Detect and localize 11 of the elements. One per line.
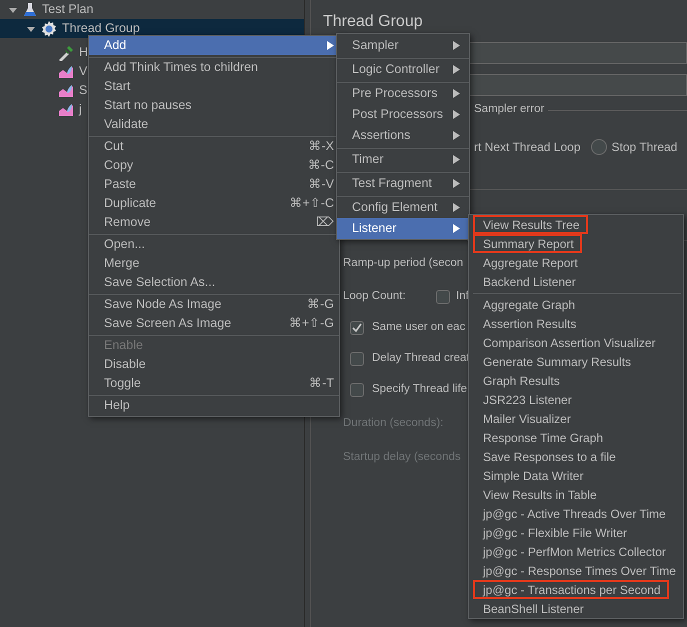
tree-label: Thread Group [62,20,140,38]
tree-label: S [79,82,88,100]
group-label: Sampler error [474,102,546,118]
tree-label: V [79,63,88,80]
tree-label: Test Plan [42,1,94,18]
tree-label: j [79,101,82,118]
option-label: rt Next Thread Loop [474,139,581,156]
loop-count-label: Loop Count: [343,289,407,304]
tree-label: H [79,44,88,62]
panel-title: Thread Group [323,12,423,32]
ramp-up-label: Ramp-up period (secon [343,256,464,271]
